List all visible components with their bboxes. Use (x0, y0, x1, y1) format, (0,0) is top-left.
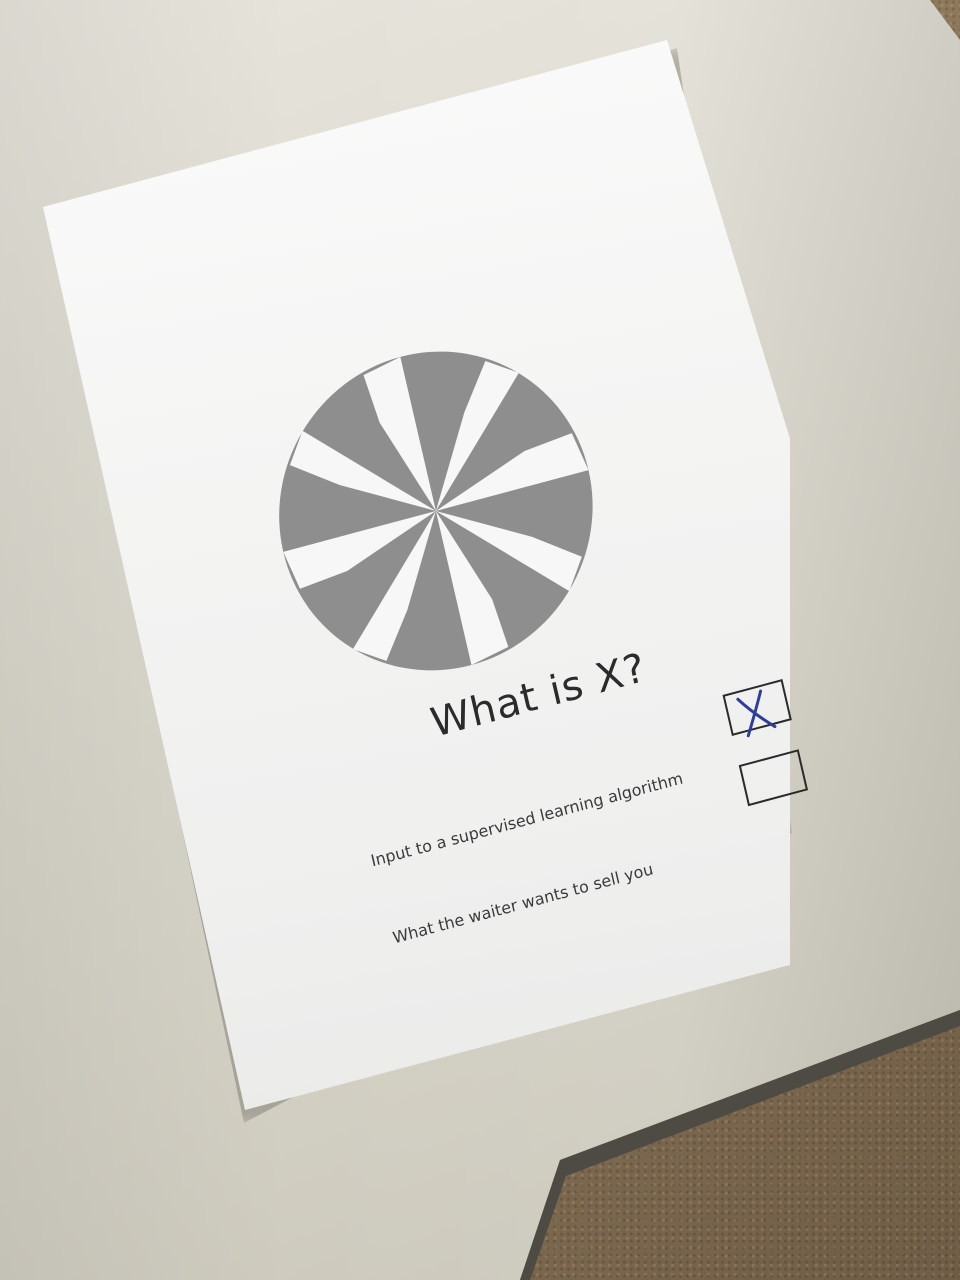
pinwheel-logo-icon (279, 351, 593, 671)
questionnaire: What is X? Input to a supervised learnin… (180, 150, 898, 983)
option-2-label: What the waiter wants to sell you (390, 859, 655, 948)
option-2-checkbox[interactable] (738, 749, 809, 807)
pen-x-mark-icon (736, 689, 777, 738)
option-1-checkbox[interactable] (722, 679, 792, 738)
sheet-layer: What is X? Input to a supervised learnin… (0, 0, 960, 1280)
option-1-label: Input to a supervised learning algorithm (368, 768, 685, 871)
